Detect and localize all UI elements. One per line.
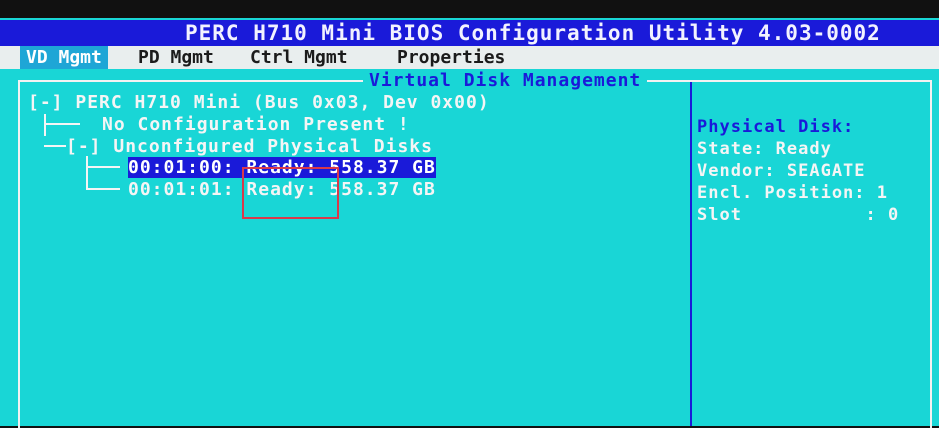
- details-slot: Slot : 0: [697, 205, 900, 225]
- tree-connector: [86, 156, 88, 190]
- tab-ctrl-mgmt[interactable]: Ctrl Mgmt: [250, 46, 348, 69]
- controller-label: PERC H710 Mini (Bus 0x03, Dev 0x00): [75, 92, 490, 113]
- tree-connector: [86, 166, 120, 168]
- physical-disk-details: Physical Disk: State: Ready Vendor: SEAG…: [697, 116, 899, 226]
- unconfigured-label: Unconfigured Physical Disks: [113, 136, 433, 157]
- panel-title: Virtual Disk Management: [363, 70, 648, 92]
- tree-connector: [86, 188, 120, 190]
- details-vendor: Vendor: SEAGATE: [697, 161, 866, 181]
- tree-connector: [44, 145, 66, 147]
- details-header: Physical Disk:: [697, 117, 855, 137]
- tree-connector: [44, 114, 46, 136]
- unconfigured-disks-node[interactable]: [-] Unconfigured Physical Disks: [66, 136, 433, 157]
- details-encl-position: Encl. Position: 1: [697, 183, 888, 203]
- no-config-node[interactable]: No Configuration Present !: [102, 114, 410, 135]
- disk-id: 00:01:01:: [128, 179, 235, 200]
- disk-size: 558.37 GB: [329, 179, 436, 200]
- panel-divider: [690, 82, 692, 426]
- tree-connector: [44, 123, 80, 125]
- tab-vd-mgmt[interactable]: VD Mgmt: [20, 46, 108, 69]
- collapse-toggle[interactable]: [-]: [28, 92, 64, 113]
- tab-properties[interactable]: Properties: [397, 46, 505, 69]
- title-bar: PERC H710 Mini BIOS Configuration Utilit…: [0, 20, 939, 46]
- collapse-toggle[interactable]: [-]: [66, 136, 102, 157]
- disk-id: 00:01:00:: [128, 157, 235, 178]
- window-title: PERC H710 Mini BIOS Configuration Utilit…: [185, 21, 881, 45]
- menu-bar: VD Mgmt PD Mgmt Ctrl Mgmt Properties: [0, 46, 939, 69]
- annotation-highlight-box: [242, 167, 339, 219]
- disk-size: 558.37 GB: [329, 157, 436, 178]
- controller-node[interactable]: [-] PERC H710 Mini (Bus 0x03, Dev 0x00): [28, 92, 490, 113]
- tab-pd-mgmt[interactable]: PD Mgmt: [138, 46, 214, 69]
- details-state: State: Ready: [697, 139, 832, 159]
